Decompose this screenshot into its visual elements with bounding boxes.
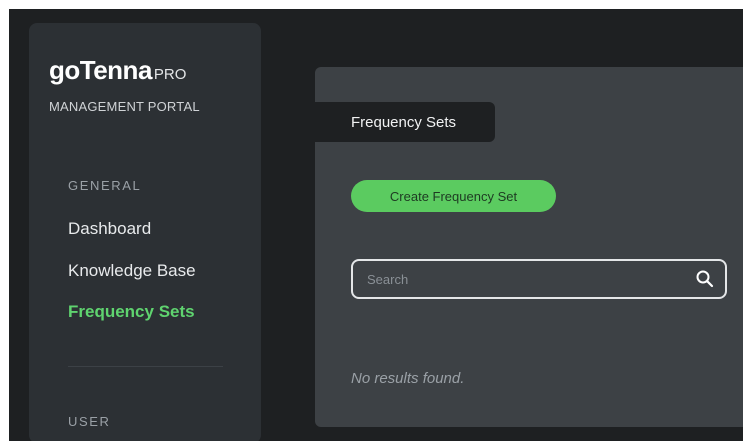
search-icon[interactable] — [695, 269, 715, 289]
app-window: goTenna PRO MANAGEMENT PORTAL GENERAL Das… — [9, 9, 743, 441]
sidebar-item-knowledge-base[interactable]: Knowledge Base — [68, 261, 196, 281]
logo-pro: PRO — [153, 66, 187, 83]
search-box — [351, 259, 727, 299]
logo-text: goTenna — [49, 55, 152, 85]
logo: goTenna PRO — [49, 55, 186, 86]
create-frequency-set-button[interactable]: Create Frequency Set — [351, 180, 556, 212]
section-label-general: GENERAL — [68, 178, 142, 193]
empty-results-message: No results found. — [351, 370, 465, 387]
search-input[interactable] — [367, 269, 677, 289]
portal-subtitle: MANAGEMENT PORTAL — [49, 99, 200, 114]
sidebar-item-dashboard[interactable]: Dashboard — [68, 219, 151, 239]
sidebar-item-frequency-sets[interactable]: Frequency Sets — [68, 302, 195, 322]
section-label-user: USER — [68, 414, 111, 429]
tab-frequency-sets[interactable]: Frequency Sets — [315, 102, 495, 142]
sidebar-divider — [68, 366, 223, 367]
